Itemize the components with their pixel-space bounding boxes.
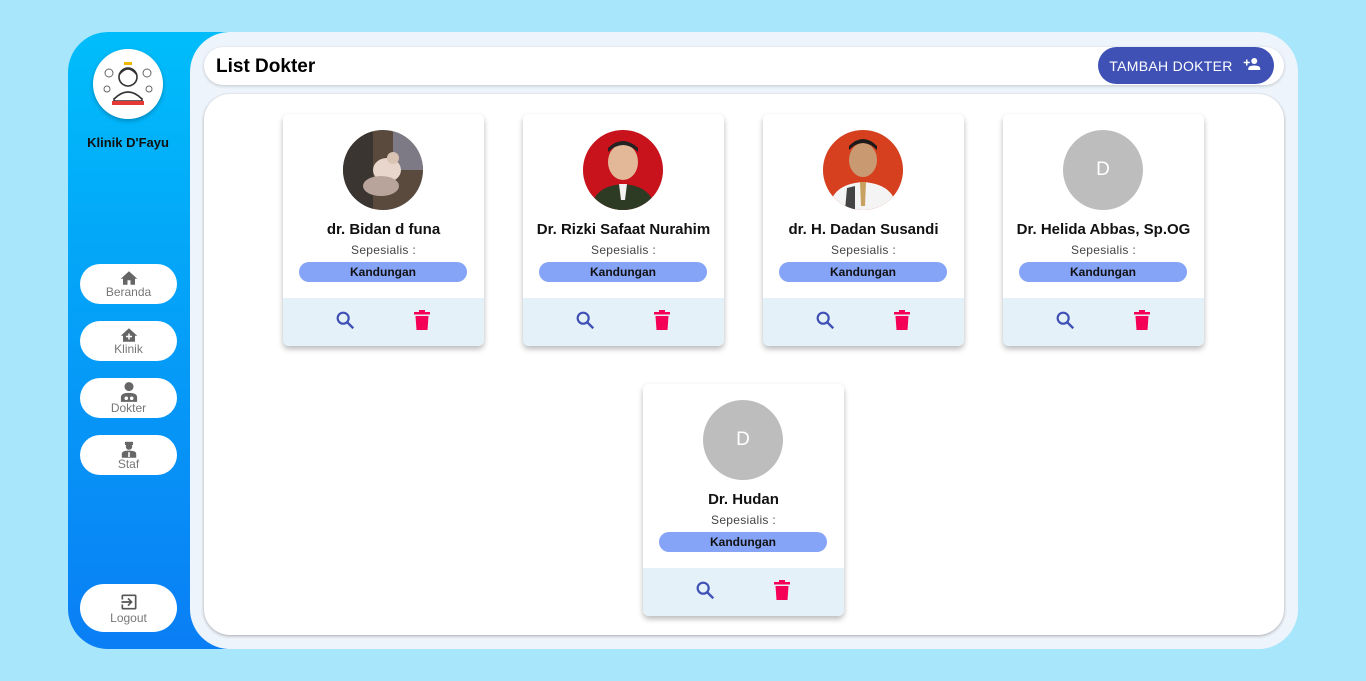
doctor-photo bbox=[343, 130, 423, 210]
home-icon bbox=[120, 270, 138, 286]
doctor-name: dr. H. Dadan Susandi bbox=[788, 221, 939, 238]
doctor-photo bbox=[583, 130, 663, 210]
delete-doctor-button[interactable] bbox=[890, 309, 914, 336]
doctor-card: dr. Bidan d funa Sepesialis : Kandungan bbox=[283, 114, 484, 346]
trash-icon bbox=[413, 309, 431, 336]
delete-doctor-button[interactable] bbox=[410, 309, 434, 336]
doctor-name: Dr. Hudan bbox=[708, 491, 779, 508]
clinic-name: Klinik D'Fayu bbox=[87, 135, 169, 150]
card-actions bbox=[643, 568, 844, 616]
delete-doctor-button[interactable] bbox=[650, 309, 674, 336]
add-doctor-button[interactable]: TAMBAH DOKTER bbox=[1098, 47, 1274, 84]
view-doctor-button[interactable] bbox=[333, 310, 357, 334]
nav-beranda[interactable]: Beranda bbox=[80, 264, 177, 304]
nav-staf-label: Staf bbox=[117, 456, 140, 471]
doctor-name: Dr. Helida Abbas, Sp.OG bbox=[1016, 221, 1191, 238]
specialist-label: Sepesialis : bbox=[1071, 243, 1136, 257]
specialty-chip: Kandungan bbox=[659, 532, 827, 552]
specialist-label: Sepesialis : bbox=[591, 243, 656, 257]
view-doctor-button[interactable] bbox=[573, 310, 597, 334]
search-icon bbox=[574, 309, 596, 336]
logout-icon bbox=[119, 592, 139, 612]
nav-klinik-label: Klinik bbox=[114, 341, 143, 356]
doctor-list-panel: dr. Bidan d funa Sepesialis : Kandungan bbox=[204, 94, 1284, 635]
logout-label: Logout bbox=[110, 610, 147, 625]
person-add-icon bbox=[1241, 55, 1263, 76]
search-icon bbox=[694, 579, 716, 606]
header-bar: List Dokter TAMBAH DOKTER bbox=[204, 47, 1284, 85]
clinic-icon bbox=[120, 327, 138, 343]
card-actions bbox=[523, 298, 724, 346]
trash-icon bbox=[773, 579, 791, 606]
specialist-label: Sepesialis : bbox=[831, 243, 896, 257]
logout-button[interactable]: Logout bbox=[80, 584, 177, 632]
main-panel: List Dokter TAMBAH DOKTER dr. Bidan d fu… bbox=[190, 32, 1298, 649]
specialty-chip: Kandungan bbox=[779, 262, 947, 282]
trash-icon bbox=[653, 309, 671, 336]
doctor-card: Dr. Rizki Safaat Nurahim Sepesialis : Ka… bbox=[523, 114, 724, 346]
trash-icon bbox=[1133, 309, 1151, 336]
app-window: Klinik D'Fayu Beranda Klinik Dokter Staf… bbox=[68, 32, 1298, 649]
search-icon bbox=[814, 309, 836, 336]
nav-staf[interactable]: Staf bbox=[80, 435, 177, 475]
card-actions bbox=[283, 298, 484, 346]
specialist-label: Sepesialis : bbox=[711, 513, 776, 527]
doctor-avatar-initial: D bbox=[1063, 130, 1143, 210]
doctor-avatar-initial: D bbox=[703, 400, 783, 480]
card-actions bbox=[763, 298, 964, 346]
doctor-name: dr. Bidan d funa bbox=[326, 221, 441, 238]
nav-klinik[interactable]: Klinik bbox=[80, 321, 177, 361]
view-doctor-button[interactable] bbox=[1053, 310, 1077, 334]
add-doctor-label: TAMBAH DOKTER bbox=[1109, 57, 1233, 74]
specialty-chip: Kandungan bbox=[1019, 262, 1187, 282]
nav-dokter[interactable]: Dokter bbox=[80, 378, 177, 418]
search-icon bbox=[334, 309, 356, 336]
trash-icon bbox=[893, 309, 911, 336]
doctor-card: D Dr. Hudan Sepesialis : Kandungan bbox=[643, 384, 844, 616]
view-doctor-button[interactable] bbox=[693, 580, 717, 604]
page-title: List Dokter bbox=[216, 56, 316, 77]
delete-doctor-button[interactable] bbox=[1130, 309, 1154, 336]
card-actions bbox=[1003, 298, 1204, 346]
specialty-chip: Kandungan bbox=[539, 262, 707, 282]
doctor-card: dr. H. Dadan Susandi Sepesialis : Kandun… bbox=[763, 114, 964, 346]
view-doctor-button[interactable] bbox=[813, 310, 837, 334]
delete-doctor-button[interactable] bbox=[770, 579, 794, 606]
doctor-card: D Dr. Helida Abbas, Sp.OG Sepesialis : K… bbox=[1003, 114, 1204, 346]
specialist-label: Sepesialis : bbox=[351, 243, 416, 257]
nav-dokter-label: Dokter bbox=[110, 400, 147, 415]
search-icon bbox=[1054, 309, 1076, 336]
doctor-name: Dr. Rizki Safaat Nurahim bbox=[536, 221, 711, 238]
clinic-logo bbox=[93, 49, 163, 119]
nav-beranda-label: Beranda bbox=[105, 284, 152, 299]
staff-icon bbox=[121, 440, 137, 458]
doctor-photo bbox=[823, 130, 903, 210]
doctor-icon bbox=[120, 381, 138, 402]
specialty-chip: Kandungan bbox=[299, 262, 467, 282]
